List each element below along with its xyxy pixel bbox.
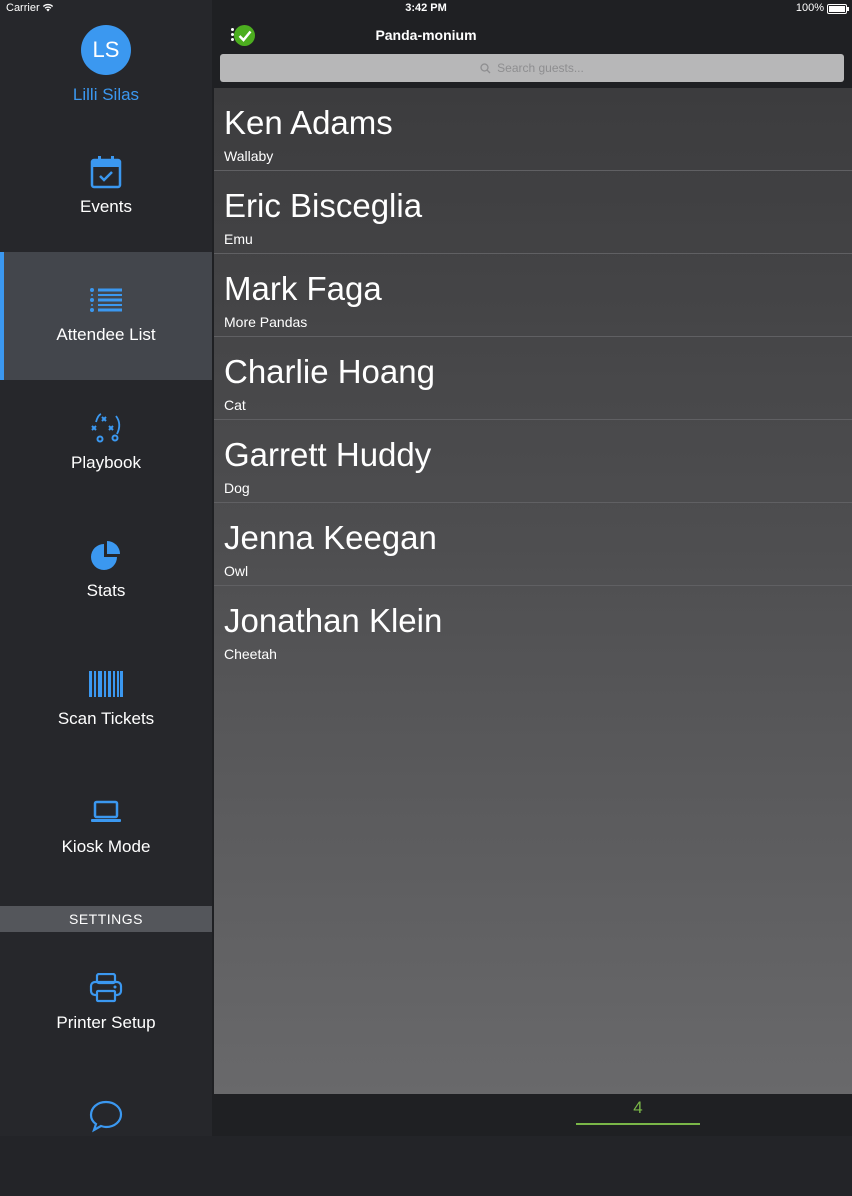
attendee-list: Ken Adams Wallaby Eric Bisceglia Emu Mar…	[214, 88, 852, 1094]
sidebar-item-label: Attendee List	[56, 325, 156, 344]
attendee-name: Garrett Huddy	[224, 436, 432, 473]
sidebar: LS Lilli Silas Events Attendee List Play…	[0, 0, 212, 1136]
sidebar-item-label: Scan Tickets	[57, 709, 155, 728]
search-icon	[480, 62, 491, 74]
attendee-group: More Pandas	[224, 314, 308, 330]
page-title: Panda-monium	[375, 27, 477, 43]
bottom-bar: 4	[212, 1094, 852, 1136]
attendee-group: Wallaby	[224, 148, 274, 164]
attendee-name: Eric Bisceglia	[224, 187, 423, 224]
main-panel: Panda-monium Search guests... Ken Adams …	[212, 0, 852, 1136]
playbook-icon	[0, 410, 212, 446]
attendee-group: Cat	[224, 397, 246, 413]
sidebar-item-label: Kiosk Mode	[61, 837, 151, 856]
attendee-name: Mark Faga	[224, 270, 382, 307]
list-item[interactable]: Mark Faga More Pandas	[214, 254, 852, 337]
sidebar-item-playbook[interactable]: Playbook	[0, 380, 212, 508]
list-item[interactable]: Eric Bisceglia Emu	[214, 171, 852, 254]
attendee-group: Owl	[224, 563, 249, 579]
calendar-check-icon	[0, 154, 212, 190]
printer-icon	[0, 970, 212, 1006]
attendee-name: Jonathan Klein	[224, 602, 443, 639]
barcode-icon	[0, 666, 212, 702]
navigation-bar: Panda-monium Search guests...	[212, 18, 852, 88]
list-item[interactable]: Ken Adams Wallaby	[214, 88, 852, 171]
sidebar-item-attendee-list[interactable]: Attendee List	[0, 252, 212, 380]
user-name[interactable]: Lilli Silas	[0, 85, 212, 105]
laptop-icon	[0, 794, 212, 830]
search-placeholder: Search guests...	[497, 61, 584, 75]
list-item[interactable]: Jonathan Klein Cheetah	[214, 586, 852, 668]
sidebar-item-scan-tickets[interactable]: Scan Tickets	[0, 636, 212, 764]
sidebar-item-events[interactable]: Events	[0, 124, 212, 252]
settings-header: SETTINGS	[0, 906, 212, 932]
sidebar-item-label: Playbook	[71, 453, 141, 472]
count-underline	[576, 1123, 700, 1125]
sidebar-item-label: Printer Setup	[56, 1013, 156, 1032]
list-item[interactable]: Charlie Hoang Cat	[214, 337, 852, 420]
checked-in-count: 4	[633, 1098, 643, 1117]
pie-chart-icon	[0, 538, 212, 574]
sidebar-item-printer-setup[interactable]: Printer Setup	[0, 940, 212, 1068]
sidebar-item-label: Events	[80, 197, 132, 216]
attendee-name: Jenna Keegan	[224, 519, 437, 556]
sidebar-item-stats[interactable]: Stats	[0, 508, 212, 636]
battery-icon	[827, 4, 849, 14]
status-bar: Carrier 3:42 PM 100%	[0, 0, 852, 18]
list-item[interactable]: Garrett Huddy Dog	[214, 420, 852, 503]
attendee-group: Cheetah	[224, 646, 277, 662]
attendee-name: Charlie Hoang	[224, 353, 435, 390]
sidebar-item-kiosk-mode[interactable]: Kiosk Mode	[0, 764, 212, 892]
sidebar-item-support[interactable]	[0, 1068, 212, 1196]
attendee-group: Dog	[224, 480, 250, 496]
list-item[interactable]: Jenna Keegan Owl	[214, 503, 852, 586]
search-input[interactable]: Search guests...	[220, 54, 844, 82]
attendee-group: Emu	[224, 231, 253, 247]
attendee-name: Ken Adams	[224, 104, 393, 141]
chat-bubble-icon	[0, 1098, 212, 1134]
list-icon	[0, 282, 212, 318]
clock: 3:42 PM	[405, 2, 447, 14]
sidebar-item-label: Stats	[86, 581, 126, 600]
battery-percent: 100%	[795, 2, 824, 14]
